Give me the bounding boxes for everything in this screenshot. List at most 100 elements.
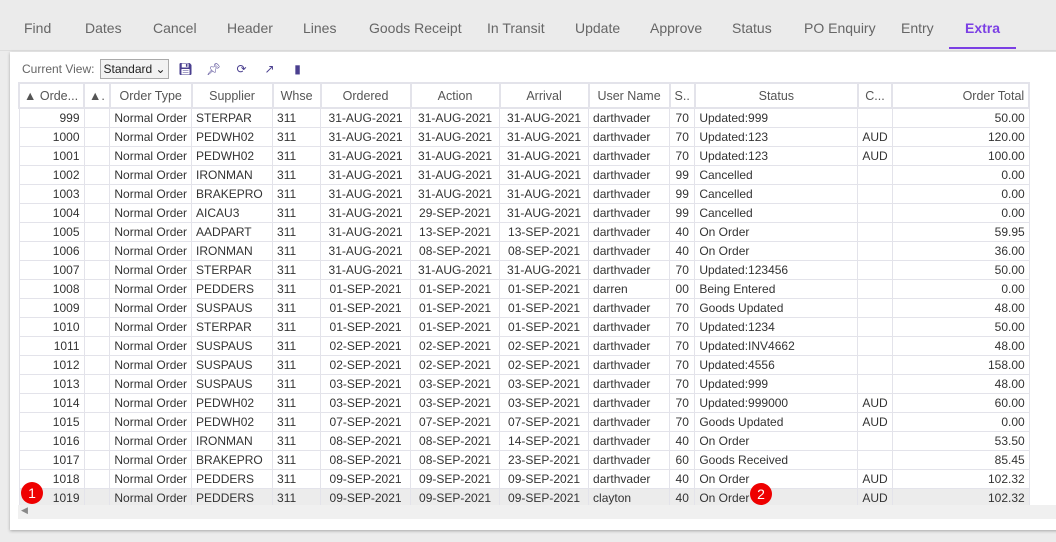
cell-action: 08-SEP-2021	[410, 431, 501, 451]
table-row[interactable]: 1016 Normal Order IRONMAN 311 08-SEP-2021 08-…	[18, 431, 1030, 451]
tab-goods-receipt[interactable]: Goods Receipt	[353, 20, 478, 49]
table-row[interactable]: 1014 Normal Order PEDWH02 311 03-SEP-2021 03-…	[18, 393, 1030, 413]
table-row[interactable]: 999 Normal Order STERPAR 311 31-AUG-2021 31-A…	[18, 107, 1030, 128]
table-row[interactable]: 1015 Normal Order PEDWH02 311 07-SEP-2021 07-…	[18, 412, 1030, 432]
cell-currency	[857, 355, 893, 375]
tab-lines[interactable]: Lines	[287, 20, 352, 49]
cell-status: Updated:123456	[694, 260, 859, 280]
cell-whse: 311	[272, 222, 322, 242]
cell-order-total: 100.00	[891, 146, 1030, 166]
table-row[interactable]: 1008 Normal Order PEDDERS 311 01-SEP-2021 01-…	[18, 279, 1030, 299]
horizontal-scrollbar[interactable]: ◀	[18, 505, 1056, 519]
cell-action: 01-SEP-2021	[410, 317, 501, 337]
cell-order-type: Normal Order	[109, 260, 193, 280]
cell-ordered: 08-SEP-2021	[320, 450, 412, 470]
table-row[interactable]: 1017 Normal Order BRAKEPRO 311 08-SEP-2021 08…	[18, 450, 1030, 470]
cell-arrival: 08-SEP-2021	[499, 241, 590, 261]
cell-action: 29-SEP-2021	[410, 203, 501, 223]
cell-order-total: 50.00	[891, 107, 1030, 128]
column-header-whse[interactable]: Whse	[271, 82, 322, 109]
tab-po-enquiry[interactable]: PO Enquiry	[788, 20, 892, 49]
table-row[interactable]: 1011 Normal Order SUSPAUS 311 02-SEP-2021 02-…	[18, 336, 1030, 356]
cell-whse: 311	[272, 298, 322, 318]
cell-sort	[83, 317, 111, 337]
cell-order-type: Normal Order	[109, 450, 193, 470]
cell-order-no: 1001	[18, 146, 85, 166]
column-header-currency[interactable]: C...	[856, 82, 894, 109]
tab-dates[interactable]: Dates	[69, 20, 138, 49]
tab-status[interactable]: Status	[716, 20, 788, 49]
column-header-action[interactable]: Action	[409, 82, 501, 109]
column-header-status-code[interactable]: S..	[668, 82, 696, 109]
table-row[interactable]: 1005 Normal Order AADPART 311 31-AUG-2021 13-…	[18, 222, 1030, 242]
cell-user-name: darthvader	[588, 450, 671, 470]
tab-extra[interactable]: Extra	[949, 20, 1017, 49]
tab-entry[interactable]: Entry	[885, 20, 950, 49]
cell-user-name: darthvader	[588, 355, 671, 375]
table-row[interactable]: 1007 Normal Order STERPAR 311 31-AUG-2021 31-…	[18, 260, 1030, 280]
cell-action: 13-SEP-2021	[410, 222, 501, 242]
column-header-arrival[interactable]: Arrival	[498, 82, 590, 109]
export-icon[interactable]: ↗	[259, 62, 281, 76]
table-row[interactable]: 1013 Normal Order SUSPAUS 311 03-SEP-2021 03-…	[18, 374, 1030, 394]
table-row[interactable]: 1003 Normal Order BRAKEPRO 311 31-AUG-2021 31…	[18, 184, 1030, 204]
cell-sort	[83, 336, 111, 356]
table-row[interactable]: 1004 Normal Order AICAU3 311 31-AUG-2021 29-S…	[18, 203, 1030, 223]
cell-ordered: 31-AUG-2021	[320, 107, 412, 128]
tab-find[interactable]: Find	[8, 20, 67, 49]
cell-arrival: 03-SEP-2021	[499, 393, 590, 413]
cell-arrival: 23-SEP-2021	[499, 450, 590, 470]
table-row[interactable]: 1002 Normal Order IRONMAN 311 31-AUG-2021 31-…	[18, 165, 1030, 185]
cell-whse: 311	[272, 355, 322, 375]
cell-status-code: 70	[669, 146, 696, 166]
cell-ordered: 31-AUG-2021	[320, 184, 412, 204]
tab-header[interactable]: Header	[211, 20, 289, 49]
column-header-supplier[interactable]: Supplier	[190, 82, 274, 109]
cell-action: 01-SEP-2021	[410, 298, 501, 318]
column-header-user-name[interactable]: User Name	[587, 82, 671, 109]
table-row[interactable]: 1012 Normal Order SUSPAUS 311 02-SEP-2021 02-…	[18, 355, 1030, 375]
table-row[interactable]: 1006 Normal Order IRONMAN 311 31-AUG-2021 08-…	[18, 241, 1030, 261]
column-header-sort[interactable]: ▲.	[83, 82, 111, 109]
cell-order-no: 1008	[18, 279, 85, 299]
table-row[interactable]: 1010 Normal Order STERPAR 311 01-SEP-2021 01-…	[18, 317, 1030, 337]
cell-supplier: BRAKEPRO	[191, 184, 274, 204]
cell-currency	[857, 222, 893, 242]
pin-icon[interactable]: 📌︎	[203, 62, 225, 76]
cell-whse: 311	[272, 165, 322, 185]
cell-ordered: 31-AUG-2021	[320, 127, 412, 147]
cell-status-code: 60	[669, 450, 696, 470]
cell-supplier: PEDDERS	[191, 279, 274, 299]
cell-order-type: Normal Order	[109, 431, 193, 451]
cell-currency: AUD	[857, 469, 893, 489]
cell-user-name: darthvader	[588, 469, 671, 489]
cell-order-no: 1012	[18, 355, 85, 375]
table-row[interactable]: 1001 Normal Order PEDWH02 311 31-AUG-2021 31-…	[18, 146, 1030, 166]
refresh-icon[interactable]: ⟳	[231, 62, 253, 76]
cell-order-no: 1011	[18, 336, 85, 356]
cell-currency	[857, 374, 893, 394]
table-row[interactable]: 1009 Normal Order SUSPAUS 311 01-SEP-2021 01-…	[18, 298, 1030, 318]
column-header-order-no[interactable]: ▲ Orde...	[18, 82, 85, 109]
tab-update[interactable]: Update	[559, 20, 636, 49]
cell-sort	[83, 298, 111, 318]
tab-in-transit[interactable]: In Transit	[471, 20, 561, 49]
current-view-select[interactable]: Standard ⌄	[100, 59, 169, 79]
cell-supplier: PEDWH02	[191, 393, 274, 413]
tab-approve[interactable]: Approve	[634, 20, 718, 49]
column-header-order-total[interactable]: Order Total	[891, 82, 1031, 109]
cell-whse: 311	[272, 184, 322, 204]
table-row[interactable]: 1000 Normal Order PEDWH02 311 31-AUG-2021 31-…	[18, 127, 1030, 147]
column-header-status[interactable]: Status	[693, 82, 859, 109]
cell-action: 31-AUG-2021	[410, 184, 501, 204]
column-header-order-type[interactable]: Order Type	[108, 82, 193, 109]
document-icon[interactable]: ▮	[287, 62, 309, 76]
tab-cancel[interactable]: Cancel	[137, 20, 213, 49]
table-row[interactable]: 1018 Normal Order PEDDERS 311 09-SEP-2021 09-…	[18, 469, 1030, 489]
save-icon[interactable]: 💾︎	[175, 62, 197, 76]
column-header-ordered[interactable]: Ordered	[319, 82, 412, 109]
cell-order-no: 1010	[18, 317, 85, 337]
cell-status-code: 70	[669, 412, 696, 432]
cell-currency	[857, 431, 893, 451]
cell-sort	[83, 450, 111, 470]
